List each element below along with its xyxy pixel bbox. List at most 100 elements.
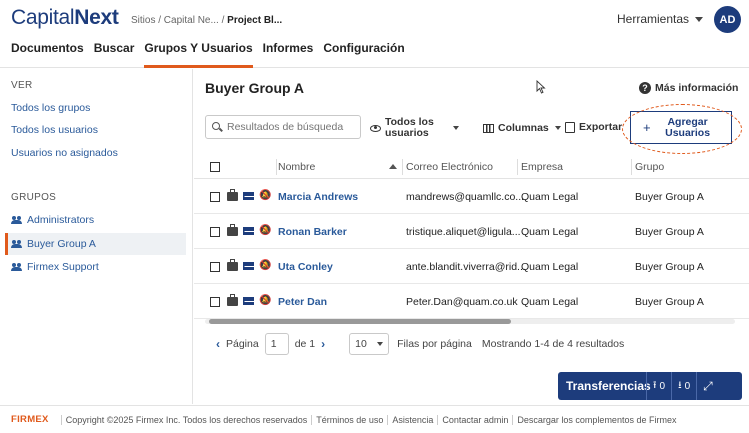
group-icon [11, 263, 23, 271]
capitalnext-logo[interactable]: CapitalNext [11, 6, 119, 30]
sort-ascending-icon[interactable] [389, 164, 397, 169]
view-section-title: VER [11, 80, 33, 91]
column-header-name[interactable]: Nombre [278, 161, 315, 173]
user-email: tristique.aliquet@ligula... [406, 226, 521, 238]
user-name-link[interactable]: Marcia Andrews [278, 191, 358, 203]
transfers-panel[interactable]: Transferencias ⭱ 0 ⭳ 0 ⤢ [558, 372, 742, 400]
user-group: Buyer Group A [635, 226, 704, 238]
pagination: ‹ Página 1 de 1 › 10 Filas por página Mo… [216, 333, 624, 355]
uploads-count[interactable]: ⭱ 0 [646, 372, 671, 400]
mail-icon[interactable] [243, 227, 254, 235]
column-header-email[interactable]: Correo Electrónico [406, 161, 493, 173]
user-company: Quam Legal [521, 226, 579, 238]
page-number-input[interactable]: 1 [264, 333, 289, 355]
briefcase-icon [227, 259, 238, 271]
sidebar-item-administrators[interactable]: Administrators [5, 209, 186, 231]
upload-icon: ⭱ [653, 379, 657, 391]
main-nav: Documentos Buscar Grupos Y Usuarios Info… [11, 41, 415, 68]
row-checkbox[interactable] [210, 262, 220, 272]
export-button[interactable]: Exportar [565, 121, 622, 133]
table-row[interactable]: 🔕 Uta Conley ante.blandit.viverra@rid...… [194, 249, 749, 284]
export-icon [565, 121, 575, 133]
notifications-off-icon[interactable]: 🔕 [259, 295, 271, 306]
terms-link[interactable]: Términos de uso [311, 414, 387, 425]
table-row[interactable]: 🔕 Ronan Barker tristique.aliquet@ligula.… [194, 214, 749, 249]
avatar[interactable]: AD [714, 6, 741, 33]
select-all-checkbox[interactable] [210, 162, 220, 172]
search-input[interactable] [227, 121, 352, 133]
breadcrumb-parent[interactable]: Sitios / Capital Ne... / [131, 15, 224, 26]
columns-dropdown[interactable]: Columnas [483, 122, 561, 134]
sidebar-item-firmex-support[interactable]: Firmex Support [5, 256, 186, 278]
mail-icon[interactable] [243, 262, 254, 270]
user-name-link[interactable]: Peter Dan [278, 296, 327, 308]
sidebar-item-all-users[interactable]: Todos los usuarios [11, 124, 98, 136]
horizontal-scrollbar[interactable] [205, 319, 735, 324]
sidebar-item-buyer-group-a[interactable]: Buyer Group A [5, 233, 186, 255]
row-checkbox[interactable] [210, 227, 220, 237]
footer: FIRMEX Copyright ©2025 Firmex Inc. Todos… [0, 405, 749, 433]
group-icon [11, 240, 23, 248]
user-group: Buyer Group A [635, 191, 704, 203]
briefcase-icon [227, 189, 238, 201]
row-checkbox[interactable] [210, 192, 220, 202]
column-header-group[interactable]: Grupo [635, 161, 664, 173]
user-group: Buyer Group A [635, 261, 704, 273]
breadcrumb: Sitios / Capital Ne... / Project Bl... [131, 15, 282, 26]
support-link[interactable]: Asistencia [387, 414, 437, 425]
mail-icon[interactable] [243, 297, 254, 305]
tab-configuracion[interactable]: Configuración [323, 41, 404, 68]
mail-icon[interactable] [243, 192, 254, 200]
sidebar: VER Todos los grupos Todos los usuarios … [0, 69, 193, 404]
row-checkbox[interactable] [210, 297, 220, 307]
previous-page-icon[interactable]: ‹ [216, 337, 220, 351]
page-size-select[interactable]: 10 [349, 333, 390, 355]
column-header-company[interactable]: Empresa [521, 161, 563, 173]
next-page-icon[interactable]: › [321, 337, 325, 351]
table-row[interactable]: 🔕 Peter Dan Peter.Dan@quam.co.uk Quam Le… [194, 284, 749, 319]
sidebar-item-all-groups[interactable]: Todos los grupos [11, 102, 90, 114]
group-icon [11, 216, 23, 224]
groups-section-title: GRUPOS [11, 192, 57, 203]
notifications-off-icon[interactable]: 🔕 [259, 225, 271, 236]
download-icon: ⭳ [678, 379, 682, 391]
view-filter-dropdown[interactable]: Todos los usuarios [370, 115, 470, 141]
sidebar-item-unassigned-users[interactable]: Usuarios no asignados [11, 147, 118, 159]
chevron-down-icon [453, 126, 459, 130]
transfers-label[interactable]: Transferencias [566, 379, 651, 393]
add-users-button[interactable]: + Agregar Usuarios [630, 111, 732, 144]
tools-menu[interactable]: Herramientas [617, 12, 704, 26]
download-addins-link[interactable]: Descargar los complementos de Firmex [512, 414, 680, 425]
table-row[interactable]: 🔕 Marcia Andrews mandrews@quamllc.co... … [194, 179, 749, 214]
downloads-count[interactable]: ⭳ 0 [671, 372, 696, 400]
expand-icon[interactable]: ⤢ [696, 372, 719, 400]
tab-buscar[interactable]: Buscar [94, 41, 135, 68]
notifications-off-icon[interactable]: 🔕 [259, 260, 271, 271]
user-email: Peter.Dan@quam.co.uk [406, 296, 518, 308]
results-count: Mostrando 1-4 de 4 resultados [481, 338, 625, 350]
tab-grupos-y-usuarios[interactable]: Grupos Y Usuarios [144, 41, 253, 68]
tab-informes[interactable]: Informes [263, 41, 314, 68]
page-label: Página [226, 338, 259, 350]
main-content: Buyer Group A ?Más información Todos los… [194, 69, 749, 404]
tab-documentos[interactable]: Documentos [11, 41, 84, 68]
chevron-down-icon [695, 17, 704, 23]
eye-icon [370, 124, 381, 132]
search-box[interactable] [205, 115, 361, 139]
notifications-off-icon[interactable]: 🔕 [259, 190, 271, 201]
user-company: Quam Legal [521, 296, 579, 308]
copyright-text: Copyright ©2025 Firmex Inc. Todos los de… [60, 414, 312, 425]
scrollbar-thumb[interactable] [209, 319, 511, 324]
user-name-link[interactable]: Uta Conley [278, 261, 333, 273]
contact-admin-link[interactable]: Contactar admin [437, 414, 512, 425]
more-info-link[interactable]: ? Más información [639, 82, 738, 94]
table-header: Nombre Correo Electrónico Empresa Grupo [194, 155, 749, 179]
user-company: Quam Legal [521, 191, 579, 203]
user-name-link[interactable]: Ronan Barker [278, 226, 347, 238]
user-group: Buyer Group A [635, 296, 704, 308]
briefcase-icon [227, 294, 238, 306]
firmex-logo: FIRMEX [11, 414, 49, 425]
columns-icon [483, 123, 494, 133]
user-company: Quam Legal [521, 261, 579, 273]
top-bar: CapitalNext Sitios / Capital Ne... / Pro… [0, 0, 749, 68]
